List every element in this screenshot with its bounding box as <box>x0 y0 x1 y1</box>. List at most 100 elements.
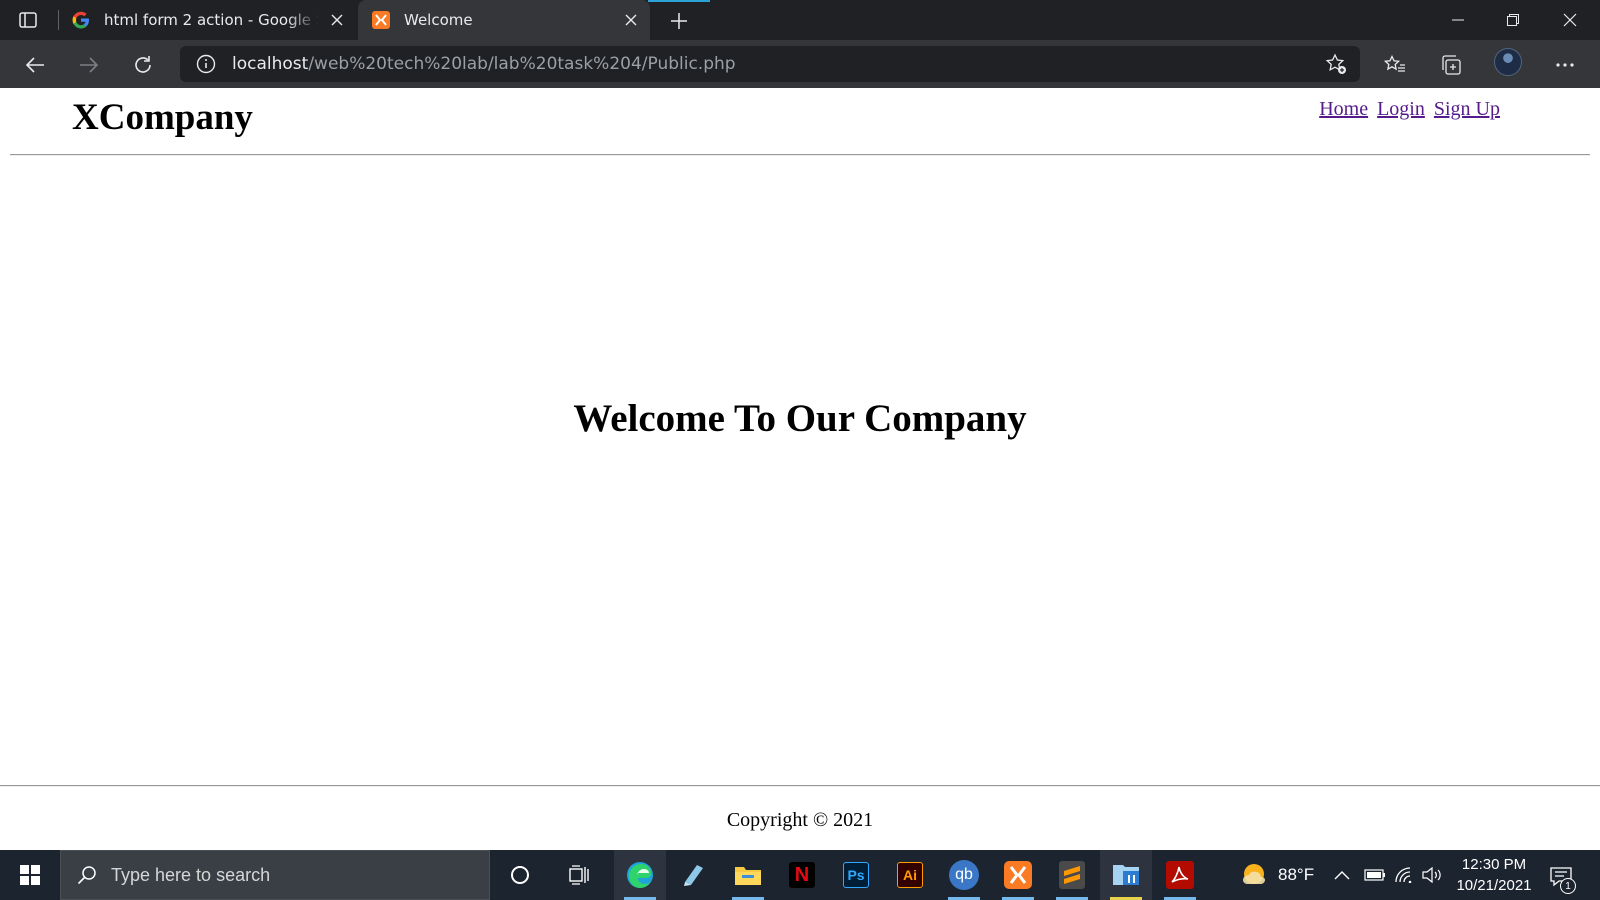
close-tab-icon[interactable] <box>622 11 640 29</box>
forward-button[interactable] <box>74 50 104 80</box>
network-status[interactable] <box>1394 850 1414 900</box>
weather-widget[interactable]: 88°F <box>1240 850 1314 900</box>
google-icon <box>72 11 90 29</box>
taskbar-app-qbittorrent[interactable]: qb <box>938 850 990 900</box>
favorites-icon <box>1384 55 1405 72</box>
close-tab-icon[interactable] <box>328 11 346 29</box>
site-info-icon[interactable] <box>194 52 218 76</box>
taskbar-app-notepad[interactable] <box>668 850 720 900</box>
refresh-button[interactable] <box>128 50 158 80</box>
footer-copyright: Copyright © 2021 <box>726 809 874 831</box>
search-icon <box>75 863 99 887</box>
back-button[interactable] <box>20 50 50 80</box>
xampp-icon <box>1004 861 1032 889</box>
tab-loading-indicator <box>648 0 710 2</box>
battery-status[interactable] <box>1364 850 1386 900</box>
minimize-button[interactable] <box>1438 6 1478 34</box>
favorites-button[interactable] <box>1380 50 1410 80</box>
cortana-icon <box>511 866 529 884</box>
netflix-icon: N <box>789 862 815 888</box>
action-center-button[interactable]: 1 <box>1546 862 1576 894</box>
task-view-button[interactable] <box>554 850 606 900</box>
tab-actions-icon <box>19 12 37 28</box>
cortana-button[interactable] <box>494 850 546 900</box>
taskbar-app-netflix[interactable]: N <box>776 850 828 900</box>
taskbar-app-photos[interactable] <box>1100 850 1152 900</box>
windows-taskbar: Type here to search N Ps Ai qb 88°F 12:3… <box>0 850 1600 900</box>
taskbar-app-xampp[interactable] <box>992 850 1044 900</box>
notification-count-badge: 1 <box>1560 878 1576 894</box>
tab-google-search[interactable]: html form 2 action - Google Search <box>60 0 356 40</box>
more-icon <box>1556 63 1574 67</box>
site-nav: Home Login Sign Up <box>1315 98 1500 121</box>
taskbar-app-edge[interactable] <box>614 850 666 900</box>
nav-link-signup[interactable]: Sign Up <box>1434 98 1500 120</box>
taskbar-search-box[interactable]: Type here to search <box>60 850 490 900</box>
sublime-text-icon <box>1059 861 1085 889</box>
star-add-icon <box>1325 53 1346 74</box>
settings-menu-button[interactable] <box>1550 50 1580 80</box>
search-placeholder: Type here to search <box>111 864 271 885</box>
close-icon <box>1563 13 1577 27</box>
xampp-icon <box>372 11 390 29</box>
nav-link-home[interactable]: Home <box>1319 98 1368 120</box>
task-view-icon <box>569 865 589 885</box>
minimize-icon <box>1452 19 1464 21</box>
file-explorer-icon <box>735 867 761 885</box>
nav-link-login[interactable]: Login <box>1377 98 1425 120</box>
url-host: localhost <box>232 54 309 74</box>
taskbar-app-acrobat[interactable] <box>1154 850 1206 900</box>
taskbar-app-sublime-text[interactable] <box>1046 850 1098 900</box>
collections-icon <box>1442 55 1461 75</box>
page-brand: XCompany <box>72 97 253 138</box>
acrobat-icon <box>1166 861 1194 889</box>
weather-temperature: 88°F <box>1278 865 1315 884</box>
clock-date: 10/21/2021 <box>1456 877 1532 894</box>
url-path: /web%20tech%20lab/lab%20task%204/Public.… <box>308 54 736 74</box>
avatar[interactable] <box>1494 48 1522 76</box>
page-title: Welcome To Our Company <box>573 397 1027 440</box>
tab-divider <box>58 10 59 30</box>
qbittorrent-icon: qb <box>949 860 979 890</box>
speaker-icon <box>1422 867 1441 883</box>
footer-divider <box>0 785 1600 787</box>
restore-button[interactable] <box>1493 6 1533 34</box>
taskbar-clock[interactable]: 12:30 PM 10/21/2021 <box>1452 854 1536 896</box>
new-tab-button[interactable] <box>666 8 692 34</box>
volume-control[interactable] <box>1422 850 1444 900</box>
add-favorite-button[interactable] <box>1324 52 1348 76</box>
taskbar-app-photoshop[interactable]: Ps <box>830 850 882 900</box>
refresh-icon <box>135 56 151 73</box>
restore-icon <box>1507 14 1519 26</box>
clock-time: 12:30 PM <box>1461 856 1527 873</box>
web-page: XCompany Home Login Sign Up Welcome To O… <box>0 88 1600 850</box>
browser-toolbar: localhost/web%20tech%20lab/lab%20task%20… <box>0 40 1600 88</box>
battery-icon <box>1364 869 1385 881</box>
notepad-icon <box>684 865 703 886</box>
tab-actions-button[interactable] <box>14 8 42 32</box>
chevron-up-icon <box>1334 871 1350 880</box>
partly-sunny-icon <box>1243 864 1265 884</box>
arrow-left-icon <box>25 57 44 73</box>
tab-title: Welcome <box>404 11 473 29</box>
photoshop-icon: Ps <box>843 862 869 888</box>
url-text[interactable]: localhost/web%20tech%20lab/lab%20task%20… <box>232 54 736 74</box>
edge-icon <box>627 862 653 888</box>
photos-app-icon <box>1113 865 1139 885</box>
browser-tab-bar: html form 2 action - Google Search Welco… <box>0 0 1600 40</box>
plus-icon <box>671 13 687 29</box>
taskbar-app-file-explorer[interactable] <box>722 850 774 900</box>
windows-logo-icon <box>20 865 40 885</box>
start-button[interactable] <box>0 850 60 900</box>
illustrator-icon: Ai <box>897 862 923 888</box>
address-bar[interactable]: localhost/web%20tech%20lab/lab%20task%20… <box>180 46 1360 82</box>
wifi-icon <box>1395 867 1412 883</box>
tab-title: html form 2 action - Google Search <box>104 11 319 29</box>
header-divider <box>10 154 1590 156</box>
show-hidden-icons-button[interactable] <box>1334 850 1350 900</box>
tab-welcome[interactable]: Welcome <box>358 0 650 40</box>
taskbar-app-illustrator[interactable]: Ai <box>884 850 936 900</box>
collections-button[interactable] <box>1436 50 1466 80</box>
arrow-right-icon <box>80 57 99 73</box>
close-window-button[interactable] <box>1550 6 1590 34</box>
